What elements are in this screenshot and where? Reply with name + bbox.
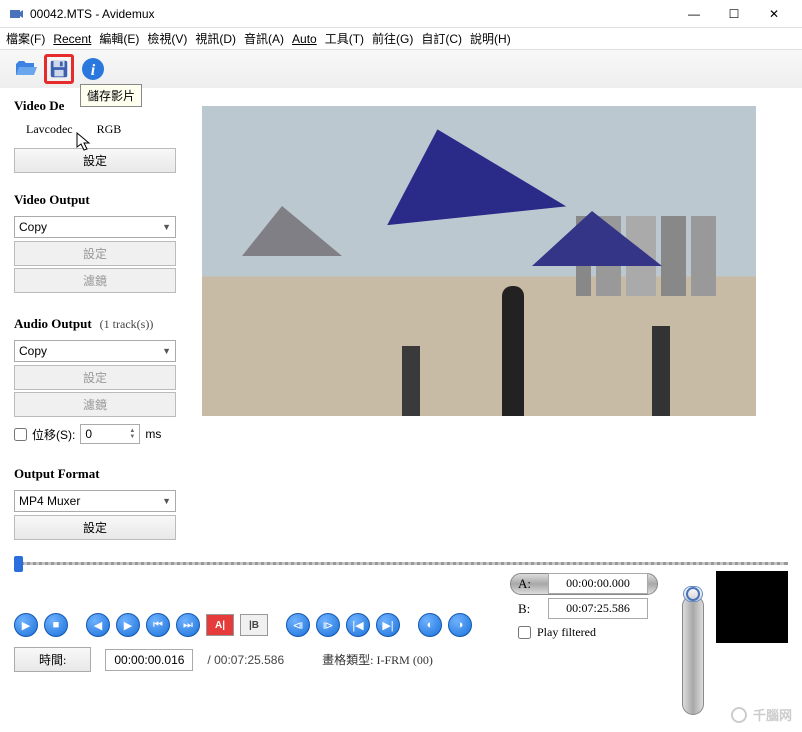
decoder-codec: Lavcodec <box>26 122 73 137</box>
thumbnail-preview <box>716 571 788 643</box>
menu-audio[interactable]: 音訊(A) <box>244 30 284 47</box>
menu-video[interactable]: 視訊(D) <box>195 30 236 47</box>
save-icon[interactable] <box>44 54 74 84</box>
timeline-slider[interactable] <box>14 557 788 571</box>
video-preview <box>202 106 756 416</box>
video-output-select[interactable]: Copy ▼ <box>14 216 176 238</box>
prev-black-button[interactable]: ◐ <box>418 613 442 637</box>
audio-filter-button[interactable]: 濾鏡 <box>14 392 176 417</box>
goto-start-button[interactable]: |◀ <box>346 613 370 637</box>
shift-spinner[interactable]: 0 ▲▼ <box>80 424 140 444</box>
marker-a-value: 00:00:00.000 <box>548 573 648 594</box>
prev-keyframe-button[interactable]: ⏮ <box>146 613 170 637</box>
prev-cut-button[interactable]: ⧏ <box>286 613 310 637</box>
duration: / 00:07:25.586 <box>207 653 284 667</box>
audio-tracks-count: (1 track(s)) <box>100 317 154 332</box>
dropdown-arrow-icon: ▼ <box>162 222 171 232</box>
video-configure-button[interactable]: 設定 <box>14 241 176 266</box>
menubar: 檔案(F) Recent 編輯(E) 檢視(V) 視訊(D) 音訊(A) Aut… <box>0 28 802 50</box>
timeline-thumb[interactable] <box>14 556 23 572</box>
volume-knob[interactable] <box>683 586 703 602</box>
frame-type: 畫格類型: I-FRM (00) <box>322 651 433 668</box>
close-button[interactable]: ✕ <box>754 0 794 28</box>
prev-frame-button[interactable]: ◀ <box>86 613 110 637</box>
play-button[interactable]: ▶ <box>14 613 38 637</box>
decoder-colorspace: RGB <box>97 122 122 137</box>
shift-label: 位移(S): <box>32 426 75 443</box>
dropdown-arrow-icon: ▼ <box>162 496 171 506</box>
video-filter-button[interactable]: 濾鏡 <box>14 268 176 293</box>
menu-file[interactable]: 檔案(F) <box>6 30 45 47</box>
decoder-configure-button[interactable]: 設定 <box>14 148 176 173</box>
current-time[interactable]: 00:00:00.016 <box>105 649 193 671</box>
video-output-value: Copy <box>19 220 47 234</box>
time-button[interactable]: 時間: <box>14 647 91 672</box>
info-icon[interactable]: i <box>78 54 108 84</box>
menu-recent[interactable]: Recent <box>53 32 91 46</box>
watermark-text: 千腦网 <box>753 705 792 724</box>
marker-b-label: B: <box>518 601 538 617</box>
format-configure-button[interactable]: 設定 <box>14 515 176 540</box>
output-format-value: MP4 Muxer <box>19 494 80 508</box>
menu-tools[interactable]: 工具(T) <box>325 30 364 47</box>
output-format-select[interactable]: MP4 Muxer ▼ <box>14 490 176 512</box>
play-filtered-checkbox[interactable] <box>518 626 531 639</box>
next-cut-button[interactable]: ⧐ <box>316 613 340 637</box>
shift-unit: ms <box>145 427 161 441</box>
next-frame-button[interactable]: ▶ <box>116 613 140 637</box>
maximize-button[interactable]: ☐ <box>714 0 754 28</box>
marker-a-label: A: <box>518 576 538 592</box>
stop-button[interactable]: ■ <box>44 613 68 637</box>
watermark-gear-icon <box>731 707 747 723</box>
next-black-button[interactable]: ◑ <box>448 613 472 637</box>
minimize-button[interactable]: — <box>674 0 714 28</box>
svg-text:i: i <box>91 62 96 79</box>
menu-custom[interactable]: 自訂(C) <box>421 30 462 47</box>
window-title: 00042.MTS - Avidemux <box>30 7 674 21</box>
play-filtered-label: Play filtered <box>537 625 596 640</box>
output-format-title: Output Format <box>14 466 194 482</box>
menu-help[interactable]: 說明(H) <box>470 30 511 47</box>
menu-view[interactable]: 檢視(V) <box>147 30 187 47</box>
menu-auto[interactable]: Auto <box>292 32 317 46</box>
audio-output-value: Copy <box>19 344 47 358</box>
menu-edit[interactable]: 編輯(E) <box>99 30 139 47</box>
open-icon[interactable] <box>10 54 40 84</box>
menu-go[interactable]: 前往(G) <box>372 30 413 47</box>
set-marker-a-button[interactable]: A| <box>206 614 234 636</box>
save-tooltip: 儲存影片 <box>80 84 142 107</box>
next-keyframe-button[interactable]: ⏭ <box>176 613 200 637</box>
audio-output-title: Audio Output <box>14 316 92 332</box>
set-marker-b-button[interactable]: |B <box>240 614 268 636</box>
spinner-down-icon[interactable]: ▼ <box>129 434 135 440</box>
app-icon <box>8 6 24 22</box>
shift-checkbox[interactable] <box>14 428 27 441</box>
goto-end-button[interactable]: ▶| <box>376 613 400 637</box>
shift-value: 0 <box>85 427 92 441</box>
dropdown-arrow-icon: ▼ <box>162 346 171 356</box>
audio-output-select[interactable]: Copy ▼ <box>14 340 176 362</box>
video-output-title: Video Output <box>14 192 194 208</box>
audio-configure-button[interactable]: 設定 <box>14 365 176 390</box>
marker-b-value: 00:07:25.586 <box>548 598 648 619</box>
watermark: 千腦网 <box>731 705 792 724</box>
